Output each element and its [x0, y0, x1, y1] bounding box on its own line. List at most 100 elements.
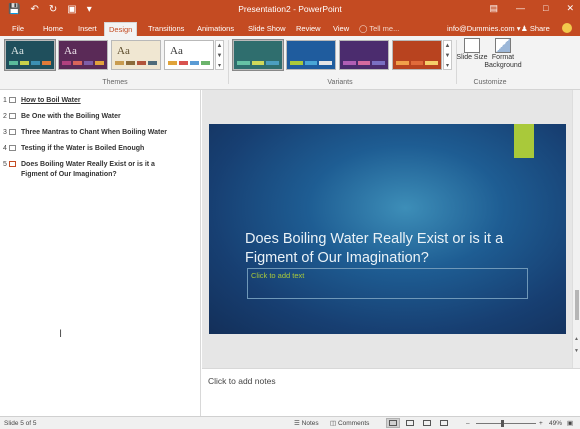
- slide-icon: [9, 113, 16, 119]
- variant-thumbnail-1[interactable]: [232, 39, 284, 71]
- variant-color-swatches: [396, 61, 439, 65]
- slide-title[interactable]: Does Boiling Water Really Exist or is it…: [245, 230, 545, 268]
- title-bar: 💾 ↶ ↻ ▣ ▾ Presentation2 - PowerPoint ▤ —…: [0, 0, 580, 20]
- outline-pane[interactable]: 1 How to Boil Water 2 Be One with the Bo…: [0, 90, 201, 416]
- zoom-slider-knob[interactable]: [501, 420, 504, 427]
- fit-slide-icon[interactable]: ▣: [567, 419, 573, 428]
- theme-thumbnail-4[interactable]: Aa: [164, 40, 214, 70]
- variant-thumbnail-4[interactable]: [392, 40, 442, 70]
- theme-thumbnail-1[interactable]: Aa: [4, 39, 56, 71]
- scroll-up-icon[interactable]: ▲: [216, 41, 223, 51]
- variant-thumbnail-2[interactable]: [286, 40, 336, 70]
- tab-slide-show[interactable]: Slide Show: [244, 22, 290, 36]
- minimize-icon[interactable]: —: [516, 3, 525, 14]
- tab-view[interactable]: View: [329, 22, 353, 36]
- outline-item-text: Does Boiling Water Really Exist or is it…: [21, 161, 155, 178]
- ribbon-design: Aa Aa Aa Aa ▲ ▼ ▾ Themes ▲ ▼ ▾ Variants: [0, 36, 580, 90]
- slide-canvas[interactable]: Does Boiling Water Really Exist or is it…: [209, 124, 566, 334]
- format-background-button[interactable]: Format Background: [484, 38, 522, 70]
- more-icon[interactable]: ▾: [444, 61, 451, 71]
- variant-color-swatches: [237, 61, 280, 65]
- zoom-slider[interactable]: [476, 423, 536, 424]
- ribbon-tabs: File Home Insert Design Transitions Anim…: [0, 20, 580, 36]
- maximize-icon[interactable]: □: [543, 3, 548, 14]
- comments-icon: ◫: [330, 420, 338, 427]
- variants-group-label: Variants: [327, 79, 353, 86]
- variants-gallery-scroll[interactable]: ▲ ▼ ▾: [443, 40, 452, 70]
- normal-view-icon: [389, 420, 397, 426]
- format-background-label: Format Background: [484, 54, 522, 69]
- scroll-down-icon[interactable]: ▼: [444, 51, 451, 61]
- previous-slide-icon[interactable]: ▲: [574, 336, 579, 342]
- group-divider: [228, 40, 229, 84]
- theme-thumbnail-3[interactable]: Aa: [111, 40, 161, 70]
- outline-item-text: Be One with the Boiling Water: [21, 113, 121, 120]
- slide-size-icon: [464, 38, 480, 53]
- theme-color-swatches: [115, 61, 157, 65]
- slide-show-icon: [440, 420, 448, 426]
- slide-counter: Slide 5 of 5: [4, 420, 37, 427]
- notes-toggle[interactable]: ☰ Notes: [294, 419, 319, 428]
- customize-group-label: Customize: [473, 79, 507, 86]
- slide-icon: [9, 97, 16, 103]
- notes-icon: ☰: [294, 420, 302, 427]
- reading-view-button[interactable]: [420, 418, 434, 428]
- share-button[interactable]: ♟ Share: [521, 22, 550, 35]
- next-slide-icon[interactable]: ▼: [574, 348, 579, 354]
- scroll-down-icon[interactable]: ▼: [216, 51, 223, 61]
- lightbulb-icon: ◯: [359, 24, 370, 33]
- theme-thumb-text: Aa: [170, 45, 183, 57]
- slide-icon: [9, 129, 16, 135]
- theme-thumbnail-2[interactable]: Aa: [58, 40, 108, 70]
- theme-color-swatches: [168, 61, 210, 65]
- outline-item-text: How to Boil Water: [21, 97, 81, 104]
- notes-pane[interactable]: Click to add notes: [202, 368, 580, 416]
- normal-view-button[interactable]: [386, 418, 400, 428]
- slide-show-button[interactable]: [437, 418, 451, 428]
- subtitle-placeholder[interactable]: Click to add text: [247, 268, 528, 299]
- tab-animations[interactable]: Animations: [193, 22, 238, 36]
- slide-editing-area: Does Boiling Water Really Exist or is it…: [202, 90, 580, 368]
- outline-item-1[interactable]: 1 How to Boil Water: [3, 96, 191, 106]
- tab-review[interactable]: Review: [292, 22, 325, 36]
- outline-item-3[interactable]: 3 Three Mantras to Chant When Boiling Wa…: [3, 128, 191, 138]
- outline-item-4[interactable]: 4 Testing if the Water is Boiled Enough: [3, 144, 191, 154]
- tell-me-label: Tell me...: [369, 24, 400, 33]
- themes-gallery-scroll[interactable]: ▲ ▼ ▾: [215, 40, 224, 70]
- outline-item-text: Testing if the Water is Boiled Enough: [21, 145, 145, 152]
- tab-transitions[interactable]: Transitions: [144, 22, 188, 36]
- more-icon[interactable]: ▾: [216, 61, 223, 71]
- theme-thumb-text: Aa: [64, 45, 77, 57]
- format-background-icon: [495, 38, 511, 53]
- tab-design[interactable]: Design: [104, 22, 138, 36]
- slide-icon: [9, 145, 16, 151]
- tab-home[interactable]: Home: [39, 22, 67, 36]
- subtitle-placeholder-text: Click to add text: [251, 271, 305, 280]
- zoom-level[interactable]: 49%: [549, 419, 562, 428]
- reading-view-icon: [423, 420, 431, 426]
- scroll-up-icon[interactable]: ▲: [444, 41, 451, 51]
- zoom-out-icon[interactable]: –: [466, 419, 470, 428]
- account-name[interactable]: info@Dummies.com ▾: [447, 22, 521, 35]
- outline-item-text: Three Mantras to Chant When Boiling Wate…: [21, 129, 167, 136]
- notes-toggle-label: Notes: [301, 420, 319, 427]
- feedback-smiley-icon[interactable]: [562, 23, 572, 33]
- variant-thumbnail-3[interactable]: [339, 40, 389, 70]
- outline-item-2[interactable]: 2 Be One with the Boiling Water: [3, 112, 191, 122]
- tell-me-box[interactable]: ◯ Tell me...: [359, 22, 399, 35]
- theme-color-swatches: [9, 61, 51, 65]
- zoom-in-icon[interactable]: +: [539, 419, 543, 428]
- ribbon-display-options-icon[interactable]: ▤: [490, 3, 499, 14]
- close-icon[interactable]: ✕: [566, 3, 574, 14]
- tab-file[interactable]: File: [8, 22, 28, 36]
- notes-placeholder: Click to add notes: [208, 376, 276, 386]
- variant-color-swatches: [343, 61, 386, 65]
- variant-color-swatches: [290, 61, 333, 65]
- theme-thumb-text: Aa: [117, 45, 130, 57]
- scrollbar-thumb[interactable]: [575, 290, 579, 320]
- vertical-scrollbar[interactable]: ▲ ▼: [572, 90, 580, 368]
- outline-item-5[interactable]: 5 Does Boiling Water Really Exist or is …: [3, 160, 171, 180]
- slide-sorter-button[interactable]: [403, 418, 417, 428]
- tab-insert[interactable]: Insert: [74, 22, 101, 36]
- comments-toggle[interactable]: ◫ Comments: [330, 419, 369, 428]
